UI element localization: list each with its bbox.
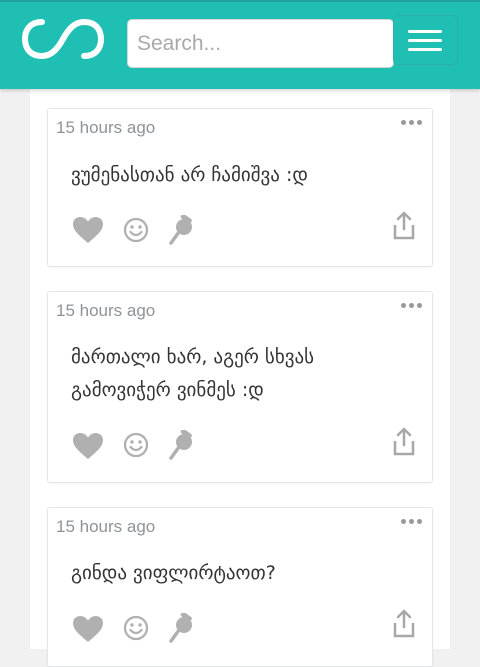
share-icon[interactable] [391,427,417,457]
smiley-icon[interactable] [123,432,149,458]
share-icon[interactable] [391,211,417,241]
post-time: 15 hours ago [56,118,156,137]
heart-icon[interactable] [72,615,104,643]
top-navbar [0,0,480,89]
search-input[interactable] [127,19,394,68]
post-text: ვუმენასთან არ ჩამიშვა :დ [71,164,308,186]
pin-icon[interactable] [169,430,195,460]
post-card: 15 hours ago ვუმენასთან არ ჩამიშვა :დ [47,108,433,267]
post-card: 15 hours ago გინდა ვიფლირტაოთ? [47,507,433,667]
post-text: მართალი ხარ, აგერ სხვას გამოვიჭერ ვინმეს… [71,346,315,401]
hamburger-menu-icon[interactable] [393,15,458,65]
smiley-icon[interactable] [123,217,149,243]
post-card: 15 hours ago მართალი ხარ, აგერ სხვას გამ… [47,291,433,483]
pin-icon[interactable] [169,215,195,245]
post-time: 15 hours ago [56,517,156,536]
smiley-icon[interactable] [123,615,149,641]
infinity-logo-icon[interactable] [22,18,104,60]
more-dots-icon[interactable] [401,117,423,129]
more-dots-icon[interactable] [401,300,423,312]
more-dots-icon[interactable] [401,516,423,528]
heart-icon[interactable] [72,216,104,244]
heart-icon[interactable] [72,432,104,460]
share-icon[interactable] [391,609,417,639]
post-time: 15 hours ago [56,301,156,320]
pin-icon[interactable] [169,613,195,643]
post-text: გინდა ვიფლირტაოთ? [71,562,276,584]
